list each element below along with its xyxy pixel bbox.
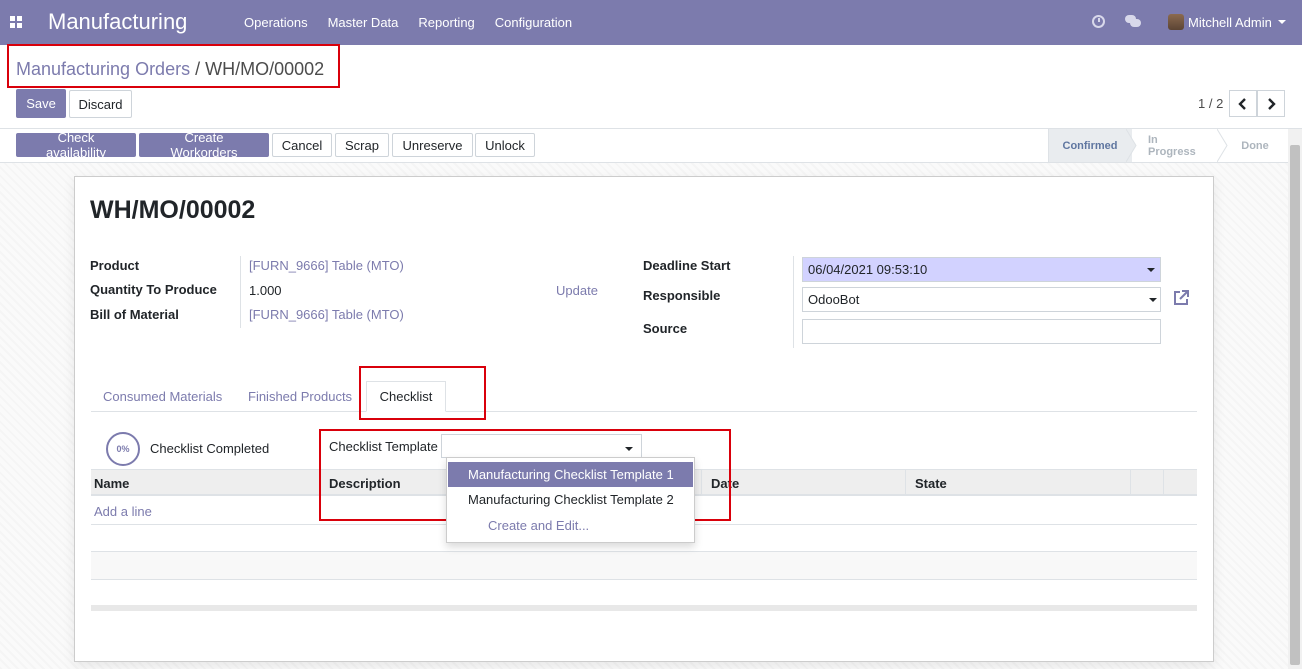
check-availability-button[interactable]: Check availability [16, 130, 136, 160]
user-avatar[interactable] [1168, 14, 1184, 30]
column-separator [905, 470, 906, 495]
column-separator [1163, 470, 1164, 495]
product-label: Product [90, 258, 140, 273]
deadline-start-value: 06/04/2021 09:53:10 [808, 262, 928, 277]
checklist-template-dropdown: Manufacturing Checklist Template 1 Manuf… [446, 457, 695, 543]
bom-label: Bill of Material [90, 307, 179, 322]
responsible-field[interactable]: OdooBot [802, 287, 1161, 312]
source-label: Source [643, 321, 688, 336]
chevron-right-icon [1268, 97, 1276, 110]
quantity-value[interactable]: 1.000 [249, 283, 282, 298]
menu-master-data[interactable]: Master Data [318, 15, 409, 30]
bom-link[interactable]: [FURN_9666] Table (MTO) [249, 307, 404, 322]
scrollbar-thumb[interactable] [1290, 145, 1300, 665]
pager-previous-button[interactable] [1229, 90, 1257, 117]
left-group-divider [240, 256, 241, 328]
scrap-button[interactable]: Scrap [335, 133, 389, 157]
table-row [91, 552, 1197, 579]
deadline-start-field[interactable]: 06/04/2021 09:53:10 [802, 257, 1161, 282]
responsible-caret-icon[interactable] [1149, 298, 1157, 302]
messaging-icon[interactable] [1125, 15, 1141, 28]
highlight-box-breadcrumb [7, 44, 340, 88]
checklist-progress-circle: 0% [106, 432, 140, 466]
column-separator [1130, 470, 1131, 495]
column-name[interactable]: Name [94, 476, 129, 491]
tab-consumed-materials[interactable]: Consumed Materials [91, 381, 234, 412]
form-sheet [74, 176, 1214, 662]
chevron-left-icon [1238, 97, 1246, 110]
discard-button[interactable]: Discard [69, 90, 132, 118]
status-confirmed[interactable]: Confirmed [1048, 129, 1132, 162]
status-arrow-1 [1126, 129, 1137, 162]
activity-clock-icon[interactable] [1092, 15, 1105, 28]
save-button[interactable]: Save [16, 89, 66, 118]
product-link[interactable]: [FURN_9666] Table (MTO) [249, 258, 404, 273]
menu-configuration[interactable]: Configuration [485, 15, 582, 30]
right-group-divider [793, 256, 794, 348]
status-arrow-2 [1217, 129, 1228, 162]
checklist-completed-label: Checklist Completed [150, 441, 270, 456]
responsible-value: OdooBot [808, 292, 860, 307]
user-menu[interactable]: Mitchell Admin [1188, 15, 1272, 30]
column-state[interactable]: State [915, 476, 947, 491]
deadline-caret-icon[interactable] [1147, 268, 1155, 272]
table-row-divider [91, 579, 1197, 580]
unreserve-button[interactable]: Unreserve [392, 133, 473, 157]
menu-reporting[interactable]: Reporting [408, 15, 484, 30]
source-field[interactable] [802, 319, 1161, 344]
pager-value[interactable]: 1 / 2 [1198, 96, 1223, 111]
update-quantity-link[interactable]: Update [556, 283, 598, 298]
cancel-button[interactable]: Cancel [272, 133, 332, 157]
statusbar: Check availability Create Workorders Can… [0, 129, 1302, 163]
status-left-border [1048, 129, 1049, 162]
checklist-progress-value: 0% [116, 444, 130, 454]
apps-menu-icon[interactable] [10, 16, 22, 28]
top-navbar: Manufacturing Operations Master Data Rep… [0, 0, 1302, 45]
create-workorders-button[interactable]: Create Workorders [139, 130, 269, 160]
add-line-link[interactable]: Add a line [94, 504, 152, 519]
record-title: WH/MO/00002 [90, 196, 256, 224]
app-title[interactable]: Manufacturing [48, 9, 187, 35]
status-steps: Confirmed In Progress Done [1048, 129, 1288, 162]
status-in-progress[interactable]: In Progress [1132, 129, 1222, 162]
caret-down-icon[interactable] [1278, 20, 1286, 24]
unlock-button[interactable]: Unlock [475, 133, 535, 157]
highlight-box-checklist-tab [359, 366, 486, 420]
vertical-scrollbar[interactable] [1288, 129, 1302, 669]
tab-finished-products[interactable]: Finished Products [236, 381, 364, 412]
status-done[interactable]: Done [1222, 129, 1288, 162]
menu-operations[interactable]: Operations [234, 15, 318, 30]
table-footer [91, 605, 1197, 611]
dropdown-option-template-2[interactable]: Manufacturing Checklist Template 2 [448, 487, 693, 512]
responsible-label: Responsible [643, 288, 721, 303]
pager-next-button[interactable] [1257, 90, 1285, 117]
create-and-edit-option[interactable]: Create and Edit... [488, 518, 589, 533]
dropdown-option-template-1[interactable]: Manufacturing Checklist Template 1 [448, 462, 693, 487]
quantity-label: Quantity To Produce [90, 282, 217, 297]
deadline-label: Deadline Start [643, 258, 731, 273]
external-link-icon[interactable] [1172, 289, 1190, 307]
main-menu: Operations Master Data Reporting Configu… [234, 0, 582, 45]
